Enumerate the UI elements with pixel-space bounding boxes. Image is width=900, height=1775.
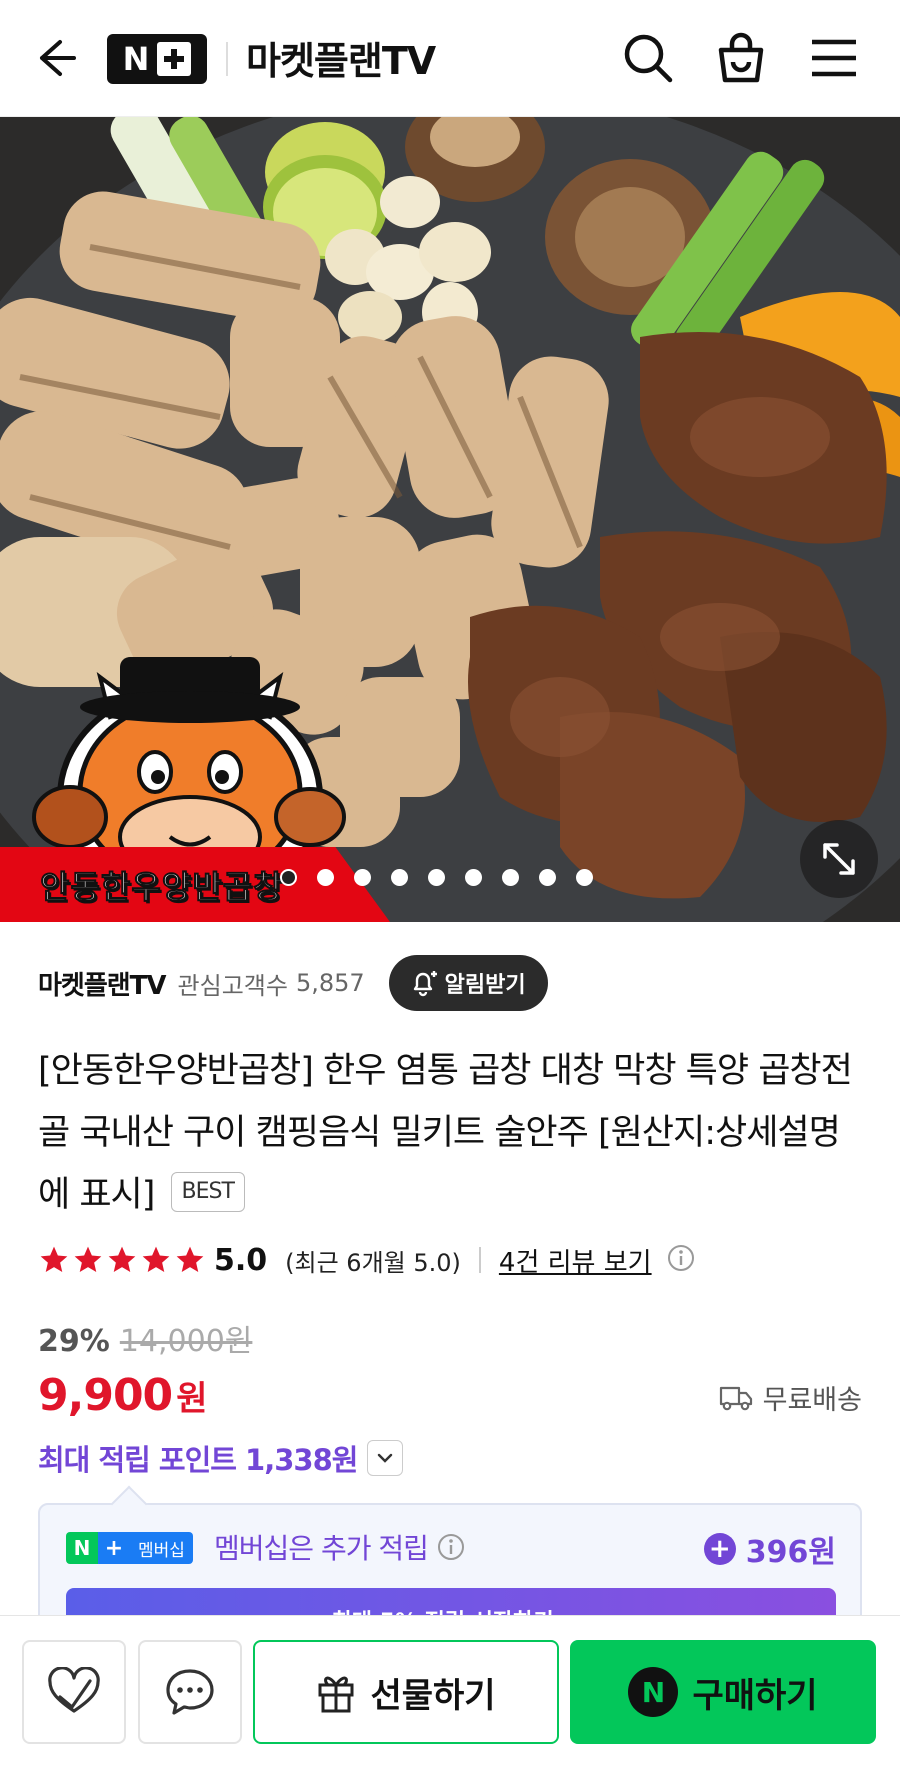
heart-check-icon bbox=[48, 1667, 100, 1713]
talk-button[interactable] bbox=[138, 1640, 242, 1744]
like-button[interactable] bbox=[22, 1640, 126, 1744]
shipping-label: 무료배송 bbox=[762, 1385, 862, 1416]
rating-score: 5.0 bbox=[214, 1242, 268, 1278]
price-unit: 원 bbox=[176, 1379, 208, 1419]
star-icon bbox=[142, 1246, 170, 1272]
menu-icon[interactable] bbox=[806, 30, 862, 86]
membership-text: 멤버십은 추가 적립 bbox=[214, 1527, 466, 1567]
gift-button[interactable]: 선물하기 bbox=[253, 1640, 559, 1744]
star-icon bbox=[74, 1246, 102, 1272]
discount-row: 29% 14,000원 bbox=[38, 1316, 252, 1360]
membership-badge-plus: + bbox=[98, 1532, 130, 1564]
naver-pay-icon: N bbox=[628, 1667, 679, 1717]
gift-label: 선물하기 bbox=[370, 1675, 496, 1716]
carousel-dot[interactable] bbox=[576, 869, 593, 886]
rating-separator bbox=[478, 1247, 481, 1273]
membership-badge-n: N bbox=[66, 1532, 98, 1564]
info-icon[interactable] bbox=[666, 1243, 696, 1277]
carousel-dot[interactable] bbox=[391, 869, 408, 886]
carousel-dot[interactable] bbox=[354, 869, 371, 886]
header-divider bbox=[226, 42, 228, 76]
bell-plus-icon bbox=[413, 971, 437, 997]
expand-icon[interactable] bbox=[800, 820, 878, 898]
membership-badge: N + 멤버십 bbox=[66, 1532, 193, 1564]
product-title-text: [안동한우양반곱창] 한우 염통 곱창 대창 막창 특양 곱창전골 국내산 구이… bbox=[38, 1051, 853, 1215]
info-icon[interactable] bbox=[436, 1532, 466, 1562]
buy-button[interactable]: N 구매하기 bbox=[570, 1640, 876, 1744]
plus-circle-icon: + bbox=[703, 1533, 736, 1565]
store-title[interactable]: 마켓플랜TV bbox=[246, 30, 436, 85]
shipping-info: 무료배송 bbox=[719, 1378, 862, 1417]
star-icon bbox=[40, 1246, 68, 1272]
product-title: [안동한우양반곱창] 한우 염통 곱창 대창 막창 특양 곱창전골 국내산 구이… bbox=[38, 1040, 868, 1226]
product-image-carousel[interactable]: 안동한우양반곱창 bbox=[0, 117, 900, 922]
interest-count: 5,857 bbox=[295, 969, 365, 997]
seller-name[interactable]: 마켓플랜TV bbox=[38, 965, 167, 1002]
carousel-dot[interactable] bbox=[428, 869, 445, 886]
seller-row: 마켓플랜TV 관심고객수 5,857 알림받기 bbox=[38, 955, 548, 1011]
nplus-logo[interactable]: N bbox=[107, 34, 207, 84]
buy-label: 구매하기 bbox=[692, 1675, 818, 1716]
review-link[interactable]: 4건 리뷰 보기 bbox=[499, 1242, 652, 1279]
carousel-dot[interactable] bbox=[317, 869, 334, 886]
search-icon[interactable] bbox=[620, 30, 676, 86]
notify-button[interactable]: 알림받기 bbox=[388, 955, 548, 1011]
rating-recent: (최근 6개월 5.0) bbox=[285, 1248, 461, 1277]
product-photo bbox=[0, 117, 900, 922]
star-icon bbox=[176, 1246, 204, 1272]
carousel-dot[interactable] bbox=[502, 869, 519, 886]
chat-icon bbox=[166, 1669, 214, 1715]
interest-label: 관심고객수 bbox=[177, 971, 288, 1000]
bottom-action-bar: 선물하기 N 구매하기 bbox=[0, 1615, 900, 1775]
membership-amount: + 396원 bbox=[703, 1527, 836, 1571]
header: N 마켓플랜TV bbox=[0, 0, 900, 117]
sale-price: 9,900 bbox=[38, 1370, 173, 1421]
gift-icon bbox=[318, 1676, 354, 1713]
membership-label: 멤버십은 추가 적립 bbox=[214, 1532, 429, 1565]
rating-stars bbox=[38, 1244, 206, 1276]
membership-amount-value: 396원 bbox=[745, 1535, 836, 1570]
star-icon bbox=[108, 1246, 136, 1272]
price-row: 9,900 원 bbox=[38, 1370, 207, 1421]
logo-n: N bbox=[122, 40, 150, 78]
carousel-dot[interactable] bbox=[539, 869, 556, 886]
back-arrow-icon[interactable] bbox=[30, 34, 78, 82]
rating-row: 5.0 (최근 6개월 5.0) 4건 리뷰 보기 bbox=[38, 1240, 696, 1280]
cart-icon[interactable] bbox=[713, 30, 769, 86]
points-row[interactable]: 최대 적립 포인트 1,338원 bbox=[38, 1437, 404, 1479]
carousel-dot[interactable] bbox=[280, 869, 297, 886]
notify-label: 알림받기 bbox=[444, 973, 526, 998]
carousel-dots bbox=[280, 869, 593, 886]
membership-badge-text: 멤버십 bbox=[130, 1532, 193, 1564]
truck-icon bbox=[719, 1386, 752, 1410]
points-label: 최대 적립 포인트 1,338원 bbox=[38, 1443, 358, 1477]
original-price: 14,000원 bbox=[119, 1324, 253, 1359]
best-badge: BEST bbox=[170, 1172, 245, 1212]
discount-rate: 29% bbox=[38, 1324, 110, 1359]
carousel-dot[interactable] bbox=[465, 869, 482, 886]
plus-icon bbox=[157, 42, 192, 76]
brand-banner-text: 안동한우양반곱창 bbox=[40, 867, 284, 906]
chevron-down-icon[interactable] bbox=[367, 1440, 404, 1476]
